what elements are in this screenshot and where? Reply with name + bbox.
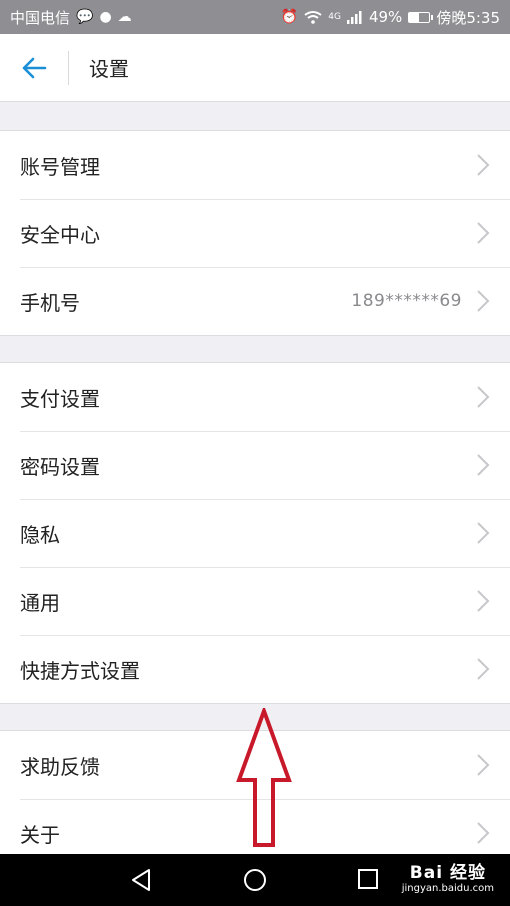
chevron-right-icon (477, 754, 490, 776)
status-bar: 中国电信 💬 ● ☁ ⏰ 4G 49% 傍晚5:35 (0, 0, 510, 34)
battery-icon (408, 11, 434, 23)
page-title: 设置 (89, 57, 129, 81)
wifi-icon (304, 11, 322, 24)
recents-square-icon[interactable] (357, 868, 379, 890)
settings-row-account-management[interactable]: 账号管理 (0, 131, 510, 199)
signal-icon (346, 10, 362, 24)
home-circle-icon[interactable] (243, 868, 267, 892)
row-label: 手机号 (20, 290, 80, 315)
settings-section-account: 账号管理 安全中心 手机号 189******69 (0, 130, 510, 336)
watermark-logo: Bai 经验 (409, 863, 486, 883)
row-label: 隐私 (20, 522, 60, 547)
settings-row-password[interactable]: 密码设置 (0, 431, 510, 499)
chevron-right-icon (477, 386, 490, 408)
settings-row-security-center[interactable]: 安全中心 (0, 199, 510, 267)
baidu-jingyan-watermark: Bai 经验 jingyan.baidu.com (402, 858, 494, 894)
back-triangle-icon[interactable] (130, 868, 152, 892)
alarm-icon: ⏰ (280, 9, 299, 25)
cloud-icon: ☁ (117, 9, 132, 25)
settings-section-general: 支付设置 密码设置 隐私 通用 快捷方式设置 (0, 362, 510, 704)
chevron-right-icon (477, 222, 490, 244)
header-divider (68, 50, 69, 85)
row-label: 通用 (20, 590, 60, 615)
navigation-bar: Bai 经验 jingyan.baidu.com (0, 854, 510, 906)
watermark-url: jingyan.baidu.com (401, 883, 494, 894)
phone-number-value: 189******69 (351, 291, 462, 311)
chevron-right-icon (477, 590, 490, 612)
message-icon: 💬 (76, 9, 94, 25)
annotation-up-arrow-icon (236, 708, 292, 847)
settings-row-shortcuts[interactable]: 快捷方式设置 (0, 635, 510, 703)
row-label: 密码设置 (20, 454, 100, 479)
back-arrow-icon (22, 57, 47, 78)
settings-row-payment[interactable]: 支付设置 (0, 363, 510, 431)
network-label: 4G (328, 12, 341, 22)
settings-row-privacy[interactable]: 隐私 (0, 499, 510, 567)
back-button[interactable] (0, 34, 68, 102)
carrier-label: 中国电信 (10, 8, 71, 27)
chevron-right-icon (477, 658, 490, 680)
chevron-right-icon (477, 822, 490, 844)
chevron-right-icon (477, 154, 490, 176)
chevron-right-icon (477, 522, 490, 544)
row-label: 快捷方式设置 (20, 658, 140, 683)
settings-row-phone-number[interactable]: 手机号 189******69 (0, 267, 510, 335)
row-label: 安全中心 (20, 222, 100, 247)
app-header: 设置 (0, 34, 510, 102)
chevron-right-icon (477, 290, 490, 312)
clock: 傍晚5:35 (436, 8, 500, 27)
battery-percent: 49% (368, 8, 403, 26)
battery-fill (409, 12, 420, 22)
settings-row-general[interactable]: 通用 (0, 567, 510, 635)
chevron-right-icon (477, 454, 490, 476)
row-label: 账号管理 (20, 154, 100, 179)
row-label: 支付设置 (20, 386, 100, 411)
chat-icon: ● (99, 9, 112, 25)
